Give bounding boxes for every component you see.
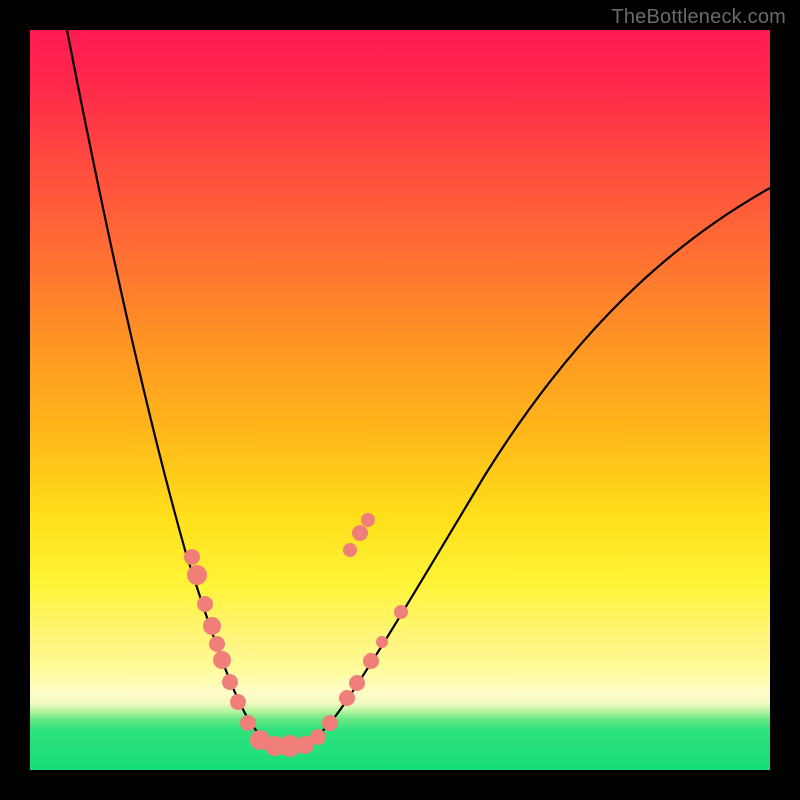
scatter-dot bbox=[197, 596, 213, 612]
scatter-dots bbox=[184, 513, 408, 757]
scatter-dot bbox=[352, 525, 368, 541]
scatter-dot bbox=[376, 636, 388, 648]
scatter-dot bbox=[310, 729, 326, 745]
plot-area bbox=[30, 30, 770, 770]
scatter-dot bbox=[203, 617, 221, 635]
scatter-dot bbox=[240, 715, 256, 731]
scatter-dot bbox=[209, 636, 225, 652]
scatter-dot bbox=[230, 694, 246, 710]
scatter-dot bbox=[222, 674, 238, 690]
chart-svg bbox=[30, 30, 770, 770]
scatter-dot bbox=[339, 690, 355, 706]
watermark-text: TheBottleneck.com bbox=[611, 6, 786, 29]
scatter-dot bbox=[187, 565, 207, 585]
scatter-dot bbox=[349, 675, 365, 691]
scatter-dot bbox=[184, 549, 200, 565]
scatter-dot bbox=[363, 653, 379, 669]
scatter-dot bbox=[394, 605, 408, 619]
left-curve bbox=[67, 30, 292, 746]
scatter-dot bbox=[361, 513, 375, 527]
scatter-dot bbox=[322, 715, 338, 731]
scatter-dot bbox=[343, 543, 357, 557]
chart-frame: TheBottleneck.com bbox=[0, 0, 800, 800]
scatter-dot bbox=[213, 651, 231, 669]
